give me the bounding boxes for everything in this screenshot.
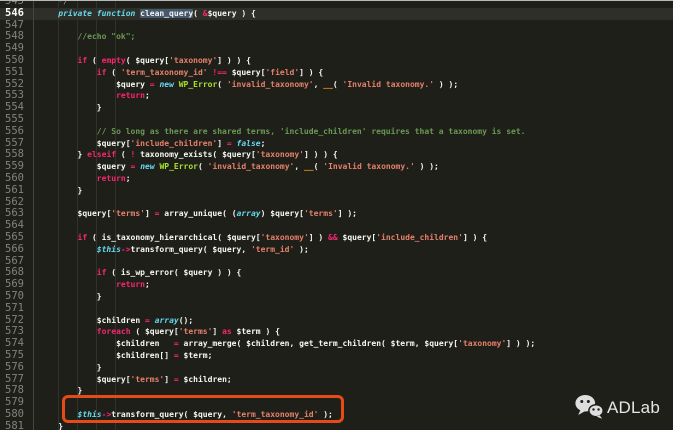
code-text: } [34,291,102,303]
line-number: 555 [0,114,34,126]
code-line-571[interactable]: 571 [0,303,673,315]
code-line-553[interactable]: 553 return; [0,90,673,102]
code-line-569[interactable]: 569 return; [0,279,673,291]
line-number: 570 [0,291,34,303]
code-text: //echo "ok"; [34,31,135,43]
code-lines: 545 */546 private function clean_query( … [0,0,673,430]
code-text: $query = new WP_Error( 'invalid_taxonomy… [34,79,458,91]
code-text: $this->transform_query( $query, 'term_id… [34,244,309,256]
code-line-566[interactable]: 566 $this->transform_query( $query, 'ter… [0,244,673,256]
code-line-578[interactable]: 578 } [0,385,673,397]
code-text: if ( is_wp_error( $query ) ) { [34,267,241,279]
line-number: 581 [0,421,34,430]
code-text: // So long as there are shared terms, 'i… [34,126,525,138]
line-number: 546 [0,8,34,20]
code-text: $query['terms'] = $children; [34,374,232,386]
code-line-563[interactable]: 563 $query['terms'] = array_unique( (arr… [0,208,673,220]
code-text: if ( 'term_taxonomy_id' !== $query['fiel… [34,67,323,79]
code-text: if ( is_taxonomy_hierarchical( $query['t… [34,232,487,244]
code-line-550[interactable]: 550 if ( empty( $query['taxonomy'] ) ) { [0,55,673,67]
line-number: 561 [0,185,34,197]
code-line-577[interactable]: 577 $query['terms'] = $children; [0,374,673,386]
code-text: return; [34,90,150,102]
code-editor: 545 */546 private function clean_query( … [0,0,673,430]
line-number: 571 [0,303,34,315]
code-text: $query = new WP_Error( 'invalid_taxonomy… [34,161,439,173]
code-text: $children = array(); [34,315,193,327]
code-line-560[interactable]: 560 return; [0,173,673,185]
code-line-575[interactable]: 575 $children[] = $term; [0,350,673,362]
code-line-547[interactable]: 547 [0,20,673,32]
code-line-549[interactable]: 549 [0,43,673,55]
adlab-watermark: ADLab [574,393,660,423]
code-line-567[interactable]: 567 [0,256,673,268]
line-number: 576 [0,362,34,374]
code-text: $query['terms'] = array_unique( (array) … [34,208,357,220]
code-line-581[interactable]: 581 } [0,421,673,430]
code-line-570[interactable]: 570 } [0,291,673,303]
code-text: $query['include_children'] = false; [34,138,265,150]
code-text: } [34,421,63,430]
code-line-564[interactable]: 564 [0,220,673,232]
code-text: private function clean_query( &$query ) … [34,8,256,20]
code-text: */ [34,0,68,8]
code-text: } [34,385,82,397]
code-line-548[interactable]: 548 //echo "ok"; [0,31,673,43]
code-line-576[interactable]: 576 } [0,362,673,374]
line-number: 550 [0,55,34,67]
wechat-icon [574,393,604,424]
code-text: } [34,102,102,114]
code-line-565[interactable]: 565 if ( is_taxonomy_hierarchical( $quer… [0,232,673,244]
code-text: return; [34,173,131,185]
code-text: } elseif ( ! taxonomy_exists( $query['ta… [34,149,338,161]
code-line-551[interactable]: 551 if ( 'term_taxonomy_id' !== $query['… [0,67,673,79]
code-line-554[interactable]: 554 } [0,102,673,114]
line-number: 566 [0,244,34,256]
code-text: return; [34,279,150,291]
code-text: foreach ( $query['terms'] as $term ) { [34,326,280,338]
code-line-561[interactable]: 561 } [0,185,673,197]
code-text: } [34,362,102,374]
code-line-580[interactable]: 580 $this->transform_query( $query, 'ter… [0,409,673,421]
line-number: 575 [0,350,34,362]
adlab-label: ADLab [607,398,660,418]
code-line-574[interactable]: 574 $children = array_merge( $children, … [0,338,673,350]
code-text: $children[] = $term; [34,350,212,362]
line-number: 565 [0,232,34,244]
code-line-568[interactable]: 568 if ( is_wp_error( $query ) ) { [0,267,673,279]
code-text: $children = array_merge( $children, get_… [34,338,535,350]
code-line-562[interactable]: 562 [0,197,673,209]
code-line-559[interactable]: 559 $query = new WP_Error( 'invalid_taxo… [0,161,673,173]
line-number: 580 [0,409,34,421]
code-line-579[interactable]: 579 [0,397,673,409]
code-text: } [34,185,82,197]
code-line-572[interactable]: 572 $children = array(); [0,315,673,327]
code-line-555[interactable]: 555 [0,114,673,126]
code-line-552[interactable]: 552 $query = new WP_Error( 'invalid_taxo… [0,79,673,91]
code-line-557[interactable]: 557 $query['include_children'] = false; [0,138,673,150]
code-line-573[interactable]: 573 foreach ( $query['terms'] as $term )… [0,326,673,338]
code-text: $this->transform_query( $query, 'term_ta… [34,409,333,421]
code-line-546[interactable]: 546 private function clean_query( &$quer… [0,8,673,20]
line-number: 551 [0,67,34,79]
code-text: if ( empty( $query['taxonomy'] ) ) { [34,55,251,67]
code-line-556[interactable]: 556 // So long as there are shared terms… [0,126,673,138]
code-line-558[interactable]: 558 } elseif ( ! taxonomy_exists( $query… [0,149,673,161]
line-number: 556 [0,126,34,138]
line-number: 560 [0,173,34,185]
code-line-545[interactable]: 545 */ [0,0,673,8]
